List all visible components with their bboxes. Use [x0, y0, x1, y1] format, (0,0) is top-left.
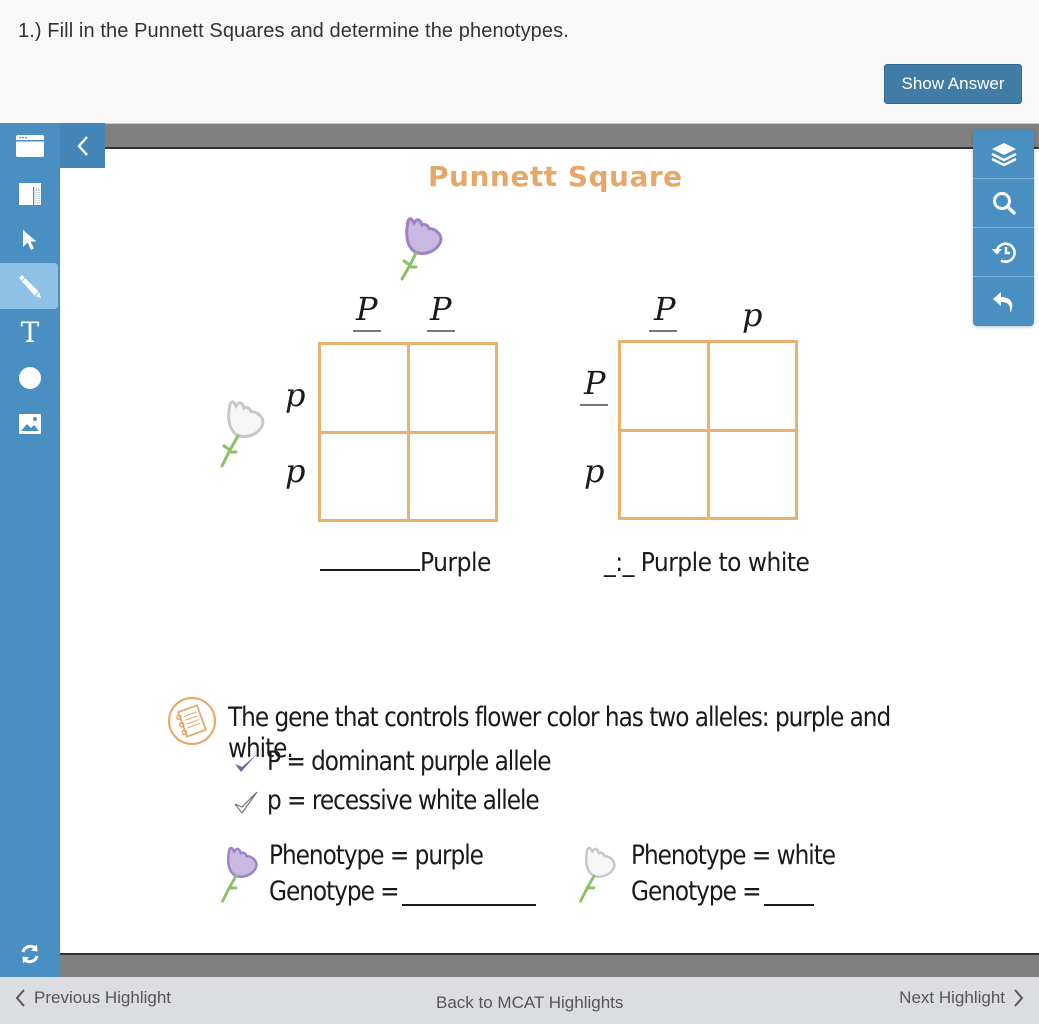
search-icon	[992, 192, 1016, 215]
square1-cell-1[interactable]	[321, 345, 407, 431]
gray-check-icon	[234, 791, 258, 815]
collapse-toolbar-button[interactable]	[60, 123, 105, 168]
window-icon	[16, 135, 44, 157]
right-toolbar	[973, 130, 1034, 326]
white-phenotype-text: Phenotype = white	[631, 840, 836, 871]
purple-genotype-blank[interactable]	[402, 904, 536, 906]
purple-check-icon	[235, 754, 257, 772]
white-genotype-blank[interactable]	[764, 904, 814, 906]
square1-side-allele-2: p	[285, 452, 306, 490]
square2-top-allele-2: p	[742, 296, 763, 334]
square2-side-allele-1-underline	[580, 404, 608, 406]
square1-top-allele-2-underline	[427, 330, 455, 332]
recessive-allele-text: p = recessive white allele	[267, 785, 540, 816]
white-flower-icon	[220, 400, 265, 468]
zoom-search-button[interactable]	[973, 179, 1034, 228]
square2-side-allele-1: P	[584, 364, 606, 402]
square1-side-allele-1: p	[285, 376, 306, 414]
left-toolbar: T	[0, 123, 60, 977]
image-icon	[19, 414, 41, 434]
page: 1.) Fill in the Punnett Squares and dete…	[0, 0, 1039, 1024]
shape-tool-button[interactable]	[0, 355, 60, 401]
diagram-title: Punnett Square	[428, 160, 683, 193]
square2-top-allele-1-underline	[649, 330, 677, 332]
square1-top-allele-1: P	[356, 290, 378, 328]
purple-phenotype-text: Phenotype = purple	[269, 840, 484, 871]
back-to-highlights-link[interactable]: Back to MCAT Highlights	[436, 993, 623, 1013]
chevron-right-icon	[1014, 989, 1024, 1007]
dominant-allele-text: P = dominant purple allele	[267, 746, 552, 777]
previous-highlight-link[interactable]: Previous Highlight	[14, 988, 171, 1008]
square1-caption-text: Purple	[420, 548, 491, 578]
previous-highlight-label: Previous Highlight	[34, 988, 172, 1007]
layers-button[interactable]	[973, 130, 1034, 179]
circle-icon	[19, 367, 41, 389]
chevron-left-icon	[15, 989, 25, 1007]
image-tool-button[interactable]	[0, 401, 60, 447]
white-genotype-label: Genotype =	[631, 876, 762, 907]
refresh-icon	[21, 944, 39, 964]
bottom-navigation: Previous Highlight Back to MCAT Highligh…	[0, 977, 1039, 1024]
history-button[interactable]	[973, 228, 1034, 277]
square1-top-allele-2: P	[430, 290, 452, 328]
square1-top-allele-1-underline	[353, 330, 381, 332]
select-tool-button[interactable]	[0, 217, 60, 263]
notebook-icon	[168, 697, 216, 745]
purple-flower-small-icon	[221, 846, 258, 903]
punnett-square-2	[618, 340, 798, 520]
purple-genotype-label: Genotype =	[269, 876, 400, 907]
question-text: 1.) Fill in the Punnett Squares and dete…	[18, 20, 569, 42]
square1-caption: Purple	[320, 548, 491, 578]
draw-tool-button[interactable]	[0, 263, 58, 309]
reset-tool-button[interactable]	[0, 931, 60, 977]
square2-cell-2[interactable]	[710, 343, 796, 429]
panel-tool-button[interactable]	[0, 171, 60, 217]
text-tool-button[interactable]: T	[0, 309, 60, 355]
square2-side-allele-2: p	[584, 452, 605, 490]
text-icon: T	[20, 315, 40, 349]
next-highlight-link[interactable]: Next Highlight	[899, 988, 1025, 1008]
canvas-bottom-bar	[0, 955, 1039, 977]
undo-button[interactable]	[973, 277, 1034, 326]
square2-caption-text: Purple to white	[640, 548, 810, 578]
panel-icon	[19, 183, 41, 205]
square2-cell-4[interactable]	[710, 432, 796, 518]
white-flower-small-icon	[579, 846, 616, 903]
square1-cell-2[interactable]	[410, 345, 496, 431]
undo-icon	[992, 291, 1012, 313]
square1-ratio-blank	[320, 569, 420, 571]
purple-flower-icon	[400, 217, 443, 281]
square2-top-allele-1: P	[654, 290, 676, 328]
square1-cell-4[interactable]	[410, 434, 496, 520]
show-answer-button[interactable]: Show Answer	[884, 64, 1022, 104]
square2-cell-3[interactable]	[621, 432, 707, 518]
chevron-left-icon	[76, 135, 88, 156]
window-tool-button[interactable]	[0, 123, 60, 169]
pointer-icon	[23, 230, 37, 250]
square2-caption: _:_ Purple to white	[604, 548, 810, 578]
square2-cell-1[interactable]	[621, 343, 707, 429]
whiteboard-canvas[interactable]	[60, 147, 1039, 955]
next-highlight-label: Next Highlight	[899, 988, 1005, 1007]
square1-cell-3[interactable]	[321, 434, 407, 520]
square2-ratio: _:_	[604, 548, 634, 578]
canvas-top-bar	[0, 123, 1039, 147]
history-icon	[991, 242, 1016, 264]
layers-icon	[990, 143, 1017, 167]
punnett-square-1	[318, 342, 498, 522]
pencil-icon	[19, 275, 41, 298]
